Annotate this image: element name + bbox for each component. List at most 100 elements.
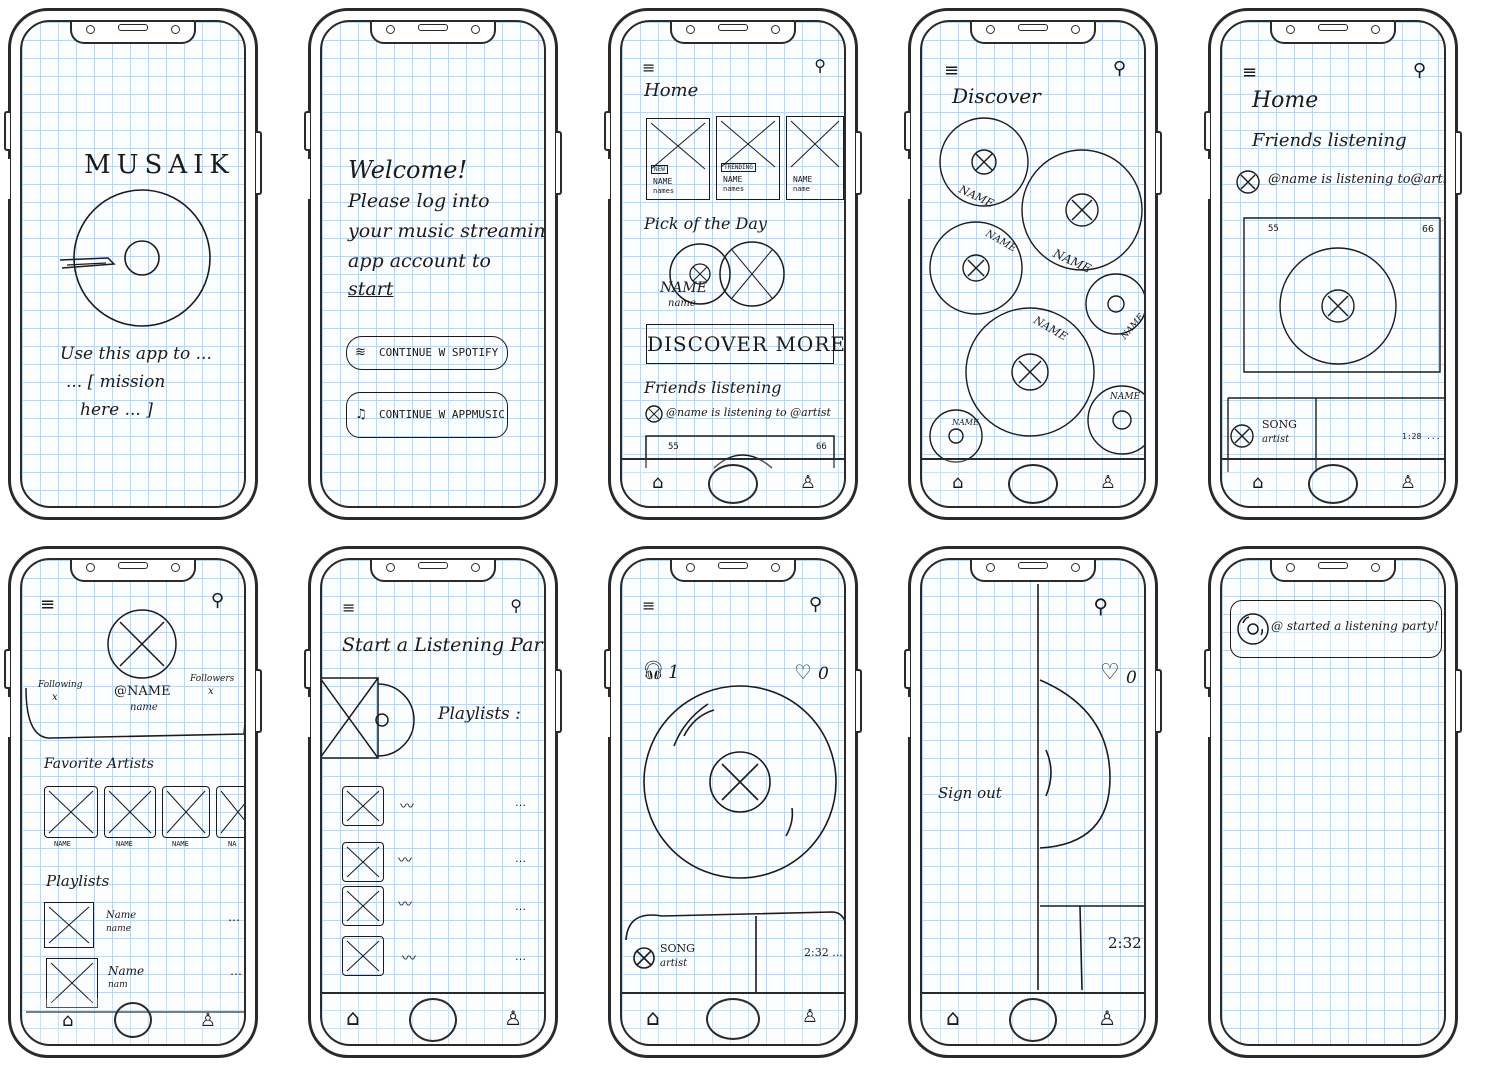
artist-card[interactable] xyxy=(44,786,98,838)
like-count: 0 xyxy=(1126,668,1137,688)
screen-profile: ≡ ⚲ Following x @NAME name Followers x F… xyxy=(20,558,246,1046)
more-icon[interactable]: … xyxy=(230,964,242,978)
profile-tab-icon[interactable]: ♙ xyxy=(1098,1006,1116,1030)
profile-tab-icon[interactable]: ♙ xyxy=(504,1006,522,1030)
image-placeholder-icon xyxy=(108,790,152,834)
playlist-row[interactable]: 〰 … xyxy=(342,842,528,882)
screen-login: Welcome! Please log into your music stre… xyxy=(320,20,546,508)
notification-banner[interactable]: @ started a listening party! xyxy=(1230,600,1442,658)
phone-splash: MUSAIK Use this app to ... ... [ mission… xyxy=(4,8,262,520)
followers-label[interactable]: Followers xyxy=(190,674,234,684)
center-tab-button[interactable] xyxy=(706,998,760,1040)
heart-icon[interactable]: ♡ xyxy=(1100,660,1120,685)
song-time: 2:32 ... xyxy=(804,946,843,959)
profile-tab-icon[interactable]: ♙ xyxy=(200,1010,216,1031)
artist-card[interactable] xyxy=(162,786,210,838)
home-tab-icon[interactable]: ⌂ xyxy=(1252,472,1263,493)
tab-bar: ⌂ ♙ xyxy=(622,458,844,506)
more-icon[interactable]: … xyxy=(515,900,526,913)
image-placeholder-icon xyxy=(346,790,380,822)
home-tab-icon[interactable]: ⌂ xyxy=(946,1006,960,1031)
spotify-button-label: CONTINUE W SPOTIFY xyxy=(379,346,499,359)
playlist-item[interactable]: Name name … xyxy=(44,902,244,948)
center-tab-button[interactable] xyxy=(1308,464,1358,504)
song-time: 1:28 ... xyxy=(1402,432,1441,441)
phone-notification: @ started a listening party! xyxy=(1204,546,1462,1058)
artist-card[interactable] xyxy=(216,786,244,838)
record-illustration xyxy=(625,685,844,992)
profile-tab-icon[interactable]: ♙ xyxy=(800,472,816,493)
notch xyxy=(370,560,496,582)
playlist-cover xyxy=(342,842,384,882)
playlist-name: Name xyxy=(106,910,137,921)
phone-menu: ⚲ ♡ 0 Sign out 2:32 ⌂ ♙ xyxy=(904,546,1162,1058)
image-placeholder-icon xyxy=(346,846,380,878)
home-tab-icon[interactable]: ⌂ xyxy=(652,472,663,493)
artist-card[interactable] xyxy=(104,786,156,838)
screen-party: ≡ ⚲ Start a Listening Party Playlists : … xyxy=(320,558,546,1046)
more-icon[interactable]: … xyxy=(515,796,526,809)
following-label[interactable]: Following xyxy=(38,680,83,690)
tab-bar: ⌂ ♙ xyxy=(922,992,1144,1044)
screen-friends: ≡ ⚲ Home Friends listening @name is list… xyxy=(1220,20,1446,508)
friend-avatar-icon xyxy=(645,405,835,469)
playlist-row[interactable]: 〰 … xyxy=(342,886,528,926)
notch xyxy=(1270,22,1396,44)
more-icon[interactable]: … xyxy=(228,910,240,924)
home-tab-icon[interactable]: ⌂ xyxy=(346,1006,360,1031)
playlist-title-scribble: 〰 xyxy=(398,853,412,869)
center-tab-button[interactable] xyxy=(114,1002,152,1038)
login-line-4: start xyxy=(348,278,394,300)
playlist-sub: nam xyxy=(108,980,128,990)
playlist-title-scribble: 〰 xyxy=(400,799,414,815)
image-placeholder-icon xyxy=(166,790,206,834)
center-tab-button[interactable] xyxy=(1008,464,1058,504)
artist-name: NAME xyxy=(172,840,189,848)
profile-name: name xyxy=(130,702,158,713)
friend-avatar-icon xyxy=(1227,170,1444,472)
spotify-icon: ≋ xyxy=(355,345,366,360)
notch xyxy=(370,22,496,44)
continue-applemusic-button[interactable]: ♫ CONTINUE W APPMUSIC xyxy=(346,392,508,438)
artist-name: NA xyxy=(228,840,237,848)
screen-notification: @ started a listening party! xyxy=(1220,558,1446,1046)
profile-handle: @NAME xyxy=(114,684,171,699)
phone-player: ≡ ⚲ 🎧︎ 1 ♡ 0 SONG artist 2:32 ... ⌂ ♙ xyxy=(604,546,862,1058)
playlist-row[interactable]: 〰 … xyxy=(342,936,528,976)
record-icon xyxy=(1237,613,1269,645)
center-tab-button[interactable] xyxy=(409,998,457,1042)
notch xyxy=(70,560,196,582)
screen-player: ≡ ⚲ 🎧︎ 1 ♡ 0 SONG artist 2:32 ... ⌂ ♙ xyxy=(620,558,846,1046)
home-tab-icon[interactable]: ⌂ xyxy=(646,1006,660,1031)
tab-bar: ⌂ ♙ xyxy=(1222,458,1444,506)
home-tab-icon[interactable]: ⌂ xyxy=(952,472,963,493)
home-tab-icon[interactable]: ⌂ xyxy=(62,1010,73,1031)
notification-text: @ started a listening party! xyxy=(1271,619,1439,633)
profile-tab-icon[interactable]: ♙ xyxy=(1400,472,1416,493)
tab-bar: ⌂ ♙ xyxy=(922,458,1144,506)
song-artist: artist xyxy=(660,958,688,969)
image-placeholder-icon xyxy=(346,890,380,922)
playlists-label: Playlists : xyxy=(438,704,521,724)
tab-bar: ⌂ ♙ xyxy=(322,992,544,1044)
song-artist: artist xyxy=(1262,434,1290,445)
notch xyxy=(970,560,1096,582)
screen-home: ≡ ⚲ Home NEW NAME names TRENDING NAME na… xyxy=(620,20,846,508)
profile-tab-icon[interactable]: ♙ xyxy=(802,1006,818,1027)
favorite-artists-title: Favorite Artists xyxy=(44,756,154,772)
playlist-row[interactable]: 〰 … xyxy=(342,786,528,826)
more-icon[interactable]: … xyxy=(515,852,526,865)
applemusic-icon: ♫ xyxy=(355,407,367,422)
like-count: 66 xyxy=(1422,224,1435,235)
record-illustration xyxy=(59,189,211,327)
playlist-title-scribble: 〰 xyxy=(402,951,416,967)
artist-name: NAME xyxy=(116,840,133,848)
sign-out-link[interactable]: Sign out xyxy=(938,784,1002,802)
continue-spotify-button[interactable]: ≋ CONTINUE W SPOTIFY xyxy=(346,336,508,370)
center-tab-button[interactable] xyxy=(1009,998,1057,1042)
playlist-cover xyxy=(342,886,384,926)
record-label: NAME xyxy=(952,418,979,427)
center-tab-button[interactable] xyxy=(708,464,758,504)
profile-tab-icon[interactable]: ♙ xyxy=(1100,472,1116,493)
more-icon[interactable]: … xyxy=(515,950,526,963)
